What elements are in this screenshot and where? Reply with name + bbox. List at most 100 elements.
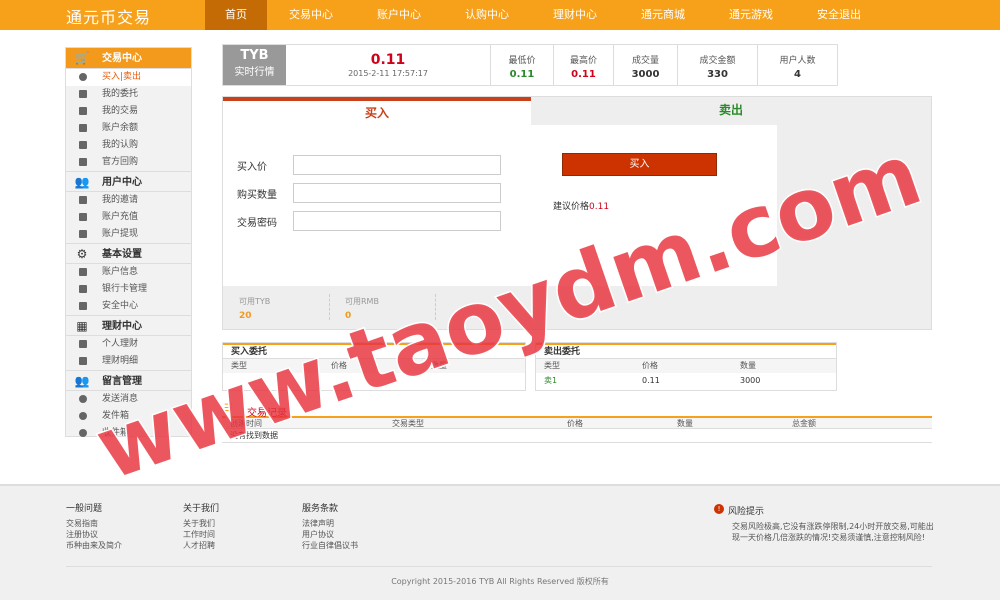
footer-link[interactable]: 注册协议 <box>66 529 122 540</box>
sell-orders-table: 卖出委托 类型 价格 数量 卖1 0.11 3000 <box>535 342 837 391</box>
sidebar-item-personal-finance[interactable]: 个人理财 <box>66 336 191 353</box>
stat-amount: 成交金额 330 <box>678 45 758 85</box>
sidebar-item-inbox[interactable]: 收件箱 <box>66 425 191 442</box>
sidebar-group-trade: 🛒 交易中心 买入|卖出 我的委托 我的交易 账户余额 我的认购 官方回购 <box>66 48 191 171</box>
ticker-datetime: 2015-2-11 17:57:17 <box>348 69 428 78</box>
sidebar-item-account-info[interactable]: 账户信息 <box>66 264 191 281</box>
warning-icon: ! <box>714 504 724 514</box>
sidebar-item-my-trades[interactable]: 我的交易 <box>66 103 191 120</box>
wallet-icon <box>79 213 87 221</box>
footer-link[interactable]: 工作时间 <box>183 529 219 540</box>
buy-orders-title: 买入委托 <box>223 343 525 359</box>
trade-records: ☰ 交易记录 创建时间 交易类型 价格 数量 总金额 没有找到数据 <box>222 404 932 450</box>
table-row[interactable]: 卖1 0.11 3000 <box>536 373 836 389</box>
footer-link[interactable]: 用户协议 <box>302 529 358 540</box>
sidebar-item-finance-details[interactable]: 理财明细 <box>66 353 191 370</box>
bar-chart-icon <box>79 357 87 365</box>
footer-link[interactable]: 关于我们 <box>183 518 219 529</box>
price-row: 买入价 <box>237 155 501 175</box>
price-input[interactable] <box>293 155 501 175</box>
footer-link[interactable]: 法律声明 <box>302 518 358 529</box>
list-icon <box>79 196 87 204</box>
sidebar-item-my-subscriptions[interactable]: 我的认购 <box>66 137 191 154</box>
footer-col-about: 关于我们 关于我们 工作时间 人才招聘 <box>183 504 220 551</box>
sidebar-item-security[interactable]: 安全中心 <box>66 298 191 315</box>
divider <box>329 294 330 320</box>
sidebar-item-outbox[interactable]: 发件箱 <box>66 408 191 425</box>
nav-mall[interactable]: 通元商城 <box>619 0 707 30</box>
bar-chart-icon <box>79 340 87 348</box>
main-nav: 首页 交易中心 账户中心 认购中心 理财中心 通元商城 通元游戏 安全退出 <box>205 0 883 30</box>
wallet-icon <box>79 124 87 132</box>
gear-icon: ⚙ <box>76 247 88 261</box>
users-icon: 👥 <box>74 175 90 189</box>
buy-orders-header: 类型 价格 数量 <box>223 359 525 373</box>
list-icon <box>79 90 87 98</box>
footer-link[interactable]: 人才招聘 <box>183 540 219 551</box>
trade-panel: 买入 卖出 买入价 购买数量 交易密码 买入 建议价格0.11 可用TYB 20 … <box>222 96 932 330</box>
footer-col-faq: 一般问题 交易指南 注册协议 币种由来及简介 <box>66 504 122 551</box>
footer-link[interactable]: 交易指南 <box>66 518 122 529</box>
cart-icon: 🛒 <box>74 51 90 65</box>
sidebar-item-balance[interactable]: 账户余额 <box>66 120 191 137</box>
copyright: Copyright 2015-2016 TYB All Rights Reser… <box>391 577 609 586</box>
site-logo[interactable]: 通元币交易 <box>66 4 151 28</box>
user-icon <box>79 268 87 276</box>
records-empty: 没有找到数据 <box>222 429 932 443</box>
sidebar-heading-messages[interactable]: 👥 留言管理 <box>66 370 191 391</box>
qty-label: 购买数量 <box>237 189 277 201</box>
market-ticker: TYB 实时行情 0.11 2015-2-11 17:57:17 最低价 0.11… <box>222 44 838 86</box>
trade-password-input[interactable] <box>293 211 501 231</box>
nav-finance-center[interactable]: 理财中心 <box>531 0 619 30</box>
available-tyb: 可用TYB 20 <box>239 297 271 321</box>
sidebar-heading-settings[interactable]: ⚙ 基本设置 <box>66 243 191 264</box>
sidebar-heading-finance[interactable]: ▦ 理财中心 <box>66 315 191 336</box>
stat-volume: 成交量 3000 <box>614 45 678 85</box>
pwd-label: 交易密码 <box>237 217 277 229</box>
disc-icon <box>79 395 87 403</box>
sidebar-item-buyback[interactable]: 官方回购 <box>66 154 191 171</box>
footer-link[interactable]: 币种由来及简介 <box>66 540 122 551</box>
sidebar-item-deposit[interactable]: 账户充值 <box>66 209 191 226</box>
quantity-input[interactable] <box>293 183 501 203</box>
sidebar-heading-trade[interactable]: 🛒 交易中心 <box>66 48 191 69</box>
nav-subscribe-center[interactable]: 认购中心 <box>443 0 531 30</box>
sidebar-heading-user[interactable]: 👥 用户中心 <box>66 171 191 192</box>
records-title: ☰ 交易记录 <box>224 403 287 420</box>
edit-icon <box>79 285 87 293</box>
list-icon <box>79 107 87 115</box>
sidebar-item-invites[interactable]: 我的邀请 <box>66 192 191 209</box>
tab-sell[interactable]: 卖出 <box>531 97 931 125</box>
risk-notice: ! 风险提示 交易风险极高,它没有涨跌停限制,24小时开放交易,可能出现一天价格几… <box>714 504 934 543</box>
sidebar-item-buy-sell[interactable]: 买入|卖出 <box>66 69 191 86</box>
list-icon <box>79 141 87 149</box>
nav-account-center[interactable]: 账户中心 <box>355 0 443 30</box>
sidebar-item-my-orders[interactable]: 我的委托 <box>66 86 191 103</box>
sidebar-item-bank-cards[interactable]: 银行卡管理 <box>66 281 191 298</box>
list-icon <box>79 158 87 166</box>
list-icon: ☰ <box>224 403 233 414</box>
nav-trade-center[interactable]: 交易中心 <box>267 0 355 30</box>
suggested-price-value: 0.11 <box>589 202 610 212</box>
ticker-label: 实时行情 <box>234 67 275 78</box>
ticker-symbol-box: TYB 实时行情 <box>223 45 286 85</box>
users-icon: 👥 <box>74 374 90 388</box>
nav-games[interactable]: 通元游戏 <box>707 0 795 30</box>
price-label: 买入价 <box>237 161 267 173</box>
nav-logout[interactable]: 安全退出 <box>795 0 883 30</box>
footer-link[interactable]: 行业自律倡议书 <box>302 540 358 551</box>
buy-button[interactable]: 买入 <box>562 153 717 176</box>
wallet-icon <box>79 230 87 238</box>
nav-home[interactable]: 首页 <box>205 0 267 30</box>
sidebar-group-user: 👥 用户中心 我的邀请 账户充值 账户提现 <box>66 171 191 243</box>
sidebar-group-finance: ▦ 理财中心 个人理财 理财明细 <box>66 315 191 370</box>
disc-icon <box>79 412 87 420</box>
sidebar-item-withdraw[interactable]: 账户提现 <box>66 226 191 243</box>
stat-high: 最高价 0.11 <box>554 45 614 85</box>
sidebar-item-send-message[interactable]: 发送消息 <box>66 391 191 408</box>
qty-row: 购买数量 <box>237 183 501 203</box>
ticker-price: 0.11 <box>370 52 406 68</box>
sidebar-group-settings: ⚙ 基本设置 账户信息 银行卡管理 安全中心 <box>66 243 191 315</box>
tab-buy[interactable]: 买入 <box>223 97 531 125</box>
available-rmb: 可用RMB 0 <box>345 297 379 321</box>
